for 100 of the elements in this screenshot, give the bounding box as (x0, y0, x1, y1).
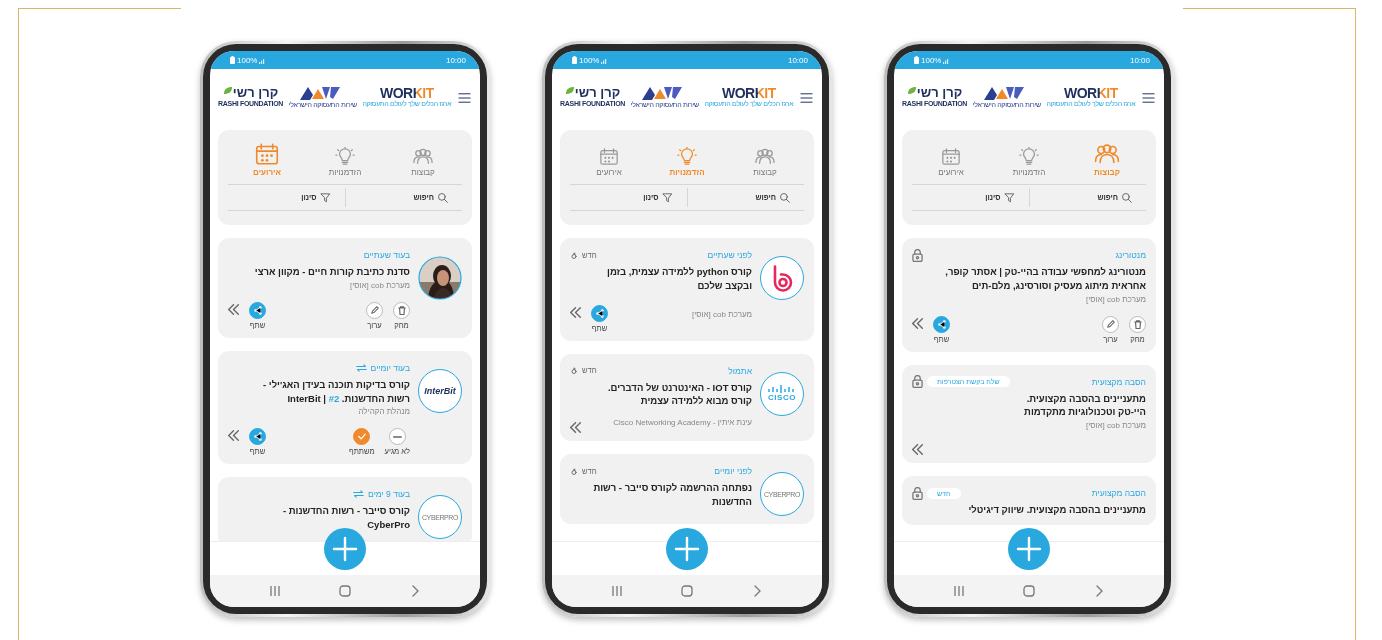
search-icon (779, 192, 790, 203)
loop-logo-icon (771, 264, 793, 292)
card-footer-text: עינת איתין - Cisco Networking Academy (613, 418, 752, 428)
menu-icon[interactable] (1141, 90, 1156, 105)
bars-icon (767, 385, 797, 394)
tab[interactable]: אירועים (912, 136, 990, 184)
battery-icon (572, 56, 577, 64)
funnel-icon (661, 192, 673, 203)
calendar-icon (254, 142, 280, 166)
tab[interactable]: קבוצות (726, 136, 804, 184)
edit-button[interactable] (366, 301, 383, 319)
leaf-icon (222, 86, 233, 96)
share-button[interactable] (249, 428, 266, 446)
funnel-icon (1003, 192, 1015, 203)
battery-text: 100% (921, 55, 942, 65)
lightbulb-icon (1019, 147, 1039, 166)
add-button[interactable] (324, 528, 366, 570)
lightbulb-icon (677, 147, 697, 166)
card-title: קורס IOT - האינטרנט של הדברים. קורס מבוא ללמידה עצמית (606, 380, 752, 409)
decline-button[interactable] (388, 428, 406, 446)
add-button[interactable] (1008, 528, 1050, 570)
share-button[interactable] (591, 304, 608, 322)
delete-button[interactable] (1129, 315, 1146, 333)
people-icon (755, 147, 775, 166)
leaf-icon (906, 86, 917, 96)
card-footer-text: מערכת cob [אוסי] (691, 310, 752, 320)
logo-text: CISCO (768, 393, 796, 403)
double-chevron-icon[interactable] (570, 422, 581, 434)
card-caption: בעוד יומיים (370, 362, 410, 373)
share-button[interactable] (933, 315, 950, 333)
people-icon (413, 147, 433, 166)
logo-text: WORKIT (380, 86, 434, 101)
funnel-icon (319, 192, 331, 203)
pencil-icon (1106, 320, 1115, 329)
card-caption: מנטורינג (1115, 250, 1146, 260)
battery-icon (914, 56, 919, 64)
card-caption: הסבה מקצועית (1091, 376, 1146, 387)
home-icon[interactable] (1022, 584, 1036, 598)
delete-button[interactable] (393, 301, 410, 319)
edit-button[interactable] (1102, 315, 1119, 333)
share-icon (253, 305, 262, 315)
card-subtitle: מערכת cob [אוסי] (1084, 421, 1146, 431)
double-chevron-icon[interactable] (912, 317, 923, 329)
double-chevron-icon[interactable] (912, 444, 923, 456)
logo-text: קרן רשי (232, 86, 279, 101)
card-caption: בעוד שעתיים (363, 250, 410, 260)
lightbulb-icon (335, 147, 355, 166)
card-caption: אתמול (728, 365, 752, 376)
tab[interactable]: הזדמנויות (306, 136, 384, 184)
card-caption: לפני יומיים (714, 466, 752, 477)
signal-icon (601, 56, 609, 64)
drop-icon (570, 366, 578, 376)
recents-icon[interactable] (952, 584, 966, 598)
battery-icon (230, 56, 235, 64)
menu-icon[interactable] (799, 90, 814, 105)
recents-icon[interactable] (610, 584, 624, 598)
trash-icon (1133, 319, 1142, 329)
tab[interactable]: הזדמנויות (990, 136, 1068, 184)
card-title: מתעניינים בהסבה מקצועית. היי-טק וטכנולוגיות מתקדמות (1023, 391, 1146, 420)
tag-link[interactable]: #2 (328, 392, 340, 404)
battery-text: 100% (579, 55, 600, 65)
add-button[interactable] (666, 528, 708, 570)
tab[interactable]: קבוצות (1068, 136, 1146, 184)
double-chevron-icon[interactable] (228, 303, 239, 315)
home-icon[interactable] (680, 584, 694, 598)
logo-text: קרן רשי (916, 86, 963, 101)
card-title: נפתחה ההרשמה לקורס סייבר - רשות החדשנות (592, 481, 752, 509)
recents-icon[interactable] (268, 584, 282, 598)
tab[interactable]: אירועים (228, 136, 306, 184)
menu-icon[interactable] (457, 90, 472, 105)
card-caption: הסבה מקצועית (1091, 488, 1146, 499)
trash-icon (397, 305, 406, 315)
card-title: קורס python ללמידה עצמית, בזמן ובקצב שלכם (606, 265, 752, 293)
search-icon (437, 192, 448, 203)
logo-text: WORKIT (722, 86, 776, 101)
logo-text: קרן רשי (574, 86, 621, 101)
attend-button[interactable] (353, 428, 371, 446)
card-subtitle: מערכת cob [אוסי] (1084, 294, 1146, 304)
pencil-icon (370, 306, 379, 315)
battery-text: 100% (237, 55, 258, 65)
calendar-icon (599, 147, 619, 166)
card-caption: בעוד 9 ימים (368, 489, 410, 500)
check-icon (357, 433, 366, 441)
clock-text: 10:00 (1129, 55, 1150, 65)
minus-icon (392, 435, 402, 438)
logo-text: InterBit (424, 385, 456, 396)
drop-icon (570, 466, 578, 476)
double-chevron-icon[interactable] (228, 430, 239, 442)
share-icon (253, 432, 262, 442)
home-icon[interactable] (338, 584, 352, 598)
tab[interactable]: קבוצות (384, 136, 462, 184)
share-button[interactable] (249, 301, 266, 319)
calendar-icon (941, 147, 961, 166)
double-chevron-icon[interactable] (570, 306, 581, 318)
card-title: מנטורינג למחפשי עבודה בהיי-טק | אסתר קופר, אחראית מיתוג מעסיק וסורסינג, מלם-תים (944, 265, 1146, 293)
clock-text: 10:00 (445, 55, 466, 65)
tab[interactable]: אירועים (570, 136, 648, 184)
card-title: מתעניינים בהסבה מקצועית. שיווק דיגיטלי (967, 503, 1146, 517)
card-subtitle: מנהלת הקהילה (357, 407, 410, 417)
tab[interactable]: הזדמנויות (648, 136, 726, 184)
